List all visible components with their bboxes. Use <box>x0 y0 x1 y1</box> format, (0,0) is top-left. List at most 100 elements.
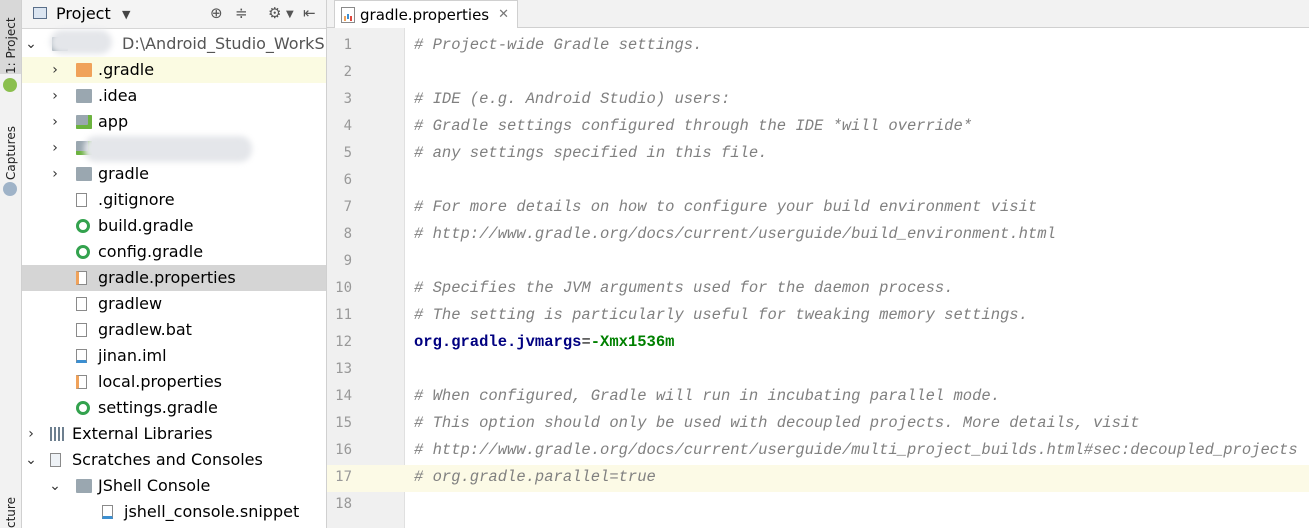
code-line[interactable]: 4 # Gradle settings configured through th… <box>327 114 1309 141</box>
line-number: 11 <box>335 307 352 323</box>
tree-item-label: JShell Console <box>98 476 211 495</box>
tree-row[interactable]: › gradle <box>22 161 326 187</box>
tree-row[interactable]: jshell_console.snippet <box>22 499 326 525</box>
chevron-right-icon[interactable]: › <box>49 140 61 156</box>
structure-tool-tab[interactable]: cture <box>0 490 21 528</box>
tree-item-label: settings.gradle <box>98 398 218 417</box>
locate-icon[interactable]: ⊕ <box>210 4 223 22</box>
tree-item-label: gradlew.bat <box>98 320 192 339</box>
collapse-all-icon[interactable]: ≑ <box>235 4 248 22</box>
code-line[interactable]: 17 # org.gradle.parallel=true <box>327 465 1309 492</box>
code-line[interactable]: 1 # Project-wide Gradle settings. <box>327 33 1309 60</box>
code-line[interactable]: 14 # When configured, Gradle will run in … <box>327 384 1309 411</box>
tab-gradle-properties[interactable]: gradle.properties ✕ <box>334 0 519 28</box>
code-line[interactable]: 13 <box>327 357 1309 384</box>
line-number: 4 <box>343 118 352 134</box>
properties-file-icon <box>76 375 87 389</box>
code-line[interactable]: 8 # http://www.gradle.org/docs/current/us… <box>327 222 1309 249</box>
tree-row[interactable]: gradlew.bat <box>22 317 326 343</box>
captures-tool-tab-label: Captures <box>3 126 18 180</box>
tree-row[interactable]: › app <box>22 109 326 135</box>
tree-row[interactable]: build.gradle <box>22 213 326 239</box>
code-comment: # org.gradle.parallel=true <box>414 468 656 486</box>
code-text: # Specifies the JVM arguments used for t… <box>414 279 954 297</box>
code-line[interactable]: 3 # IDE (e.g. Android Studio) users: <box>327 87 1309 114</box>
chevron-down-icon[interactable]: ⌄ <box>25 36 37 52</box>
chevron-down-icon[interactable]: ⌄ <box>25 452 37 468</box>
code-comment: # The setting is particularly useful for… <box>414 306 1028 324</box>
code-comment: # any settings specified in this file. <box>414 144 768 162</box>
code-text: # IDE (e.g. Android Studio) users: <box>414 90 730 108</box>
tree-row[interactable]: gradlew <box>22 291 326 317</box>
line-number: 2 <box>343 64 352 80</box>
tree-item-label: .gitignore <box>98 190 175 209</box>
code-comment: # When configured, Gradle will run in in… <box>414 387 1000 405</box>
tree-item-label: External Libraries <box>72 424 213 443</box>
code-text: # Project-wide Gradle settings. <box>414 36 702 54</box>
code-line[interactable]: 12 org.gradle.jvmargs=-Xmx1536m <box>327 330 1309 357</box>
code-text: # any settings specified in this file. <box>414 144 767 162</box>
code-comment: # http://www.gradle.org/docs/current/use… <box>414 225 1056 243</box>
code-text: # Gradle settings configured through the… <box>414 117 972 135</box>
project-panel-toolbar: Project ▼ ⊕ ≑ ⚙ ▼ ⇤ <box>22 0 326 29</box>
code-line[interactable]: 7 # For more details on how to configure … <box>327 195 1309 222</box>
tree-row[interactable]: jinan.iml <box>22 343 326 369</box>
line-number: 5 <box>343 145 352 161</box>
tree-row[interactable]: gradle.properties <box>22 265 326 291</box>
hide-panel-icon[interactable]: ⇤ <box>303 4 316 22</box>
close-icon[interactable]: ✕ <box>498 7 509 22</box>
code-line[interactable]: 5 # any settings specified in this file. <box>327 141 1309 168</box>
code-text: # When configured, Gradle will run in in… <box>414 387 1000 405</box>
gear-dropdown-icon[interactable]: ▼ <box>286 9 294 20</box>
code-line[interactable]: 15 # This option should only be used with… <box>327 411 1309 438</box>
line-number: 14 <box>335 388 352 404</box>
project-tool-tab[interactable]: 1: Project <box>0 0 21 74</box>
chevron-down-icon[interactable]: ▼ <box>122 8 130 21</box>
project-view-selector[interactable]: Project <box>56 4 111 23</box>
code-line[interactable]: 10 # Specifies the JVM arguments used for… <box>327 276 1309 303</box>
code-line[interactable]: 6 <box>327 168 1309 195</box>
module-folder-icon <box>76 115 92 129</box>
code-comment: # http://www.gradle.org/docs/current/use… <box>414 441 1298 459</box>
tree-row[interactable]: settings.gradle <box>22 395 326 421</box>
chevron-right-icon[interactable]: › <box>49 88 61 104</box>
tree-row[interactable]: local.properties <box>22 369 326 395</box>
tree-row[interactable]: ⌄ JShell Console <box>22 473 326 499</box>
tree-item-label: .idea <box>98 86 138 105</box>
code-line[interactable]: 2 <box>327 60 1309 87</box>
chevron-right-icon[interactable]: › <box>25 426 37 442</box>
properties-file-icon <box>341 6 355 23</box>
property-separator: = <box>581 333 591 351</box>
captures-tool-tab[interactable]: Captures <box>0 118 21 180</box>
tree-row[interactable]: ⌄ Scratches and Consoles <box>22 447 326 473</box>
tool-window-strip: 1: Project Captures cture <box>0 0 22 528</box>
gear-icon[interactable]: ⚙ <box>268 4 281 22</box>
editor-tab-bar: gradle.properties ✕ <box>327 0 1309 28</box>
code-line[interactable]: 16 # http://www.gradle.org/docs/current/u… <box>327 438 1309 465</box>
structure-tool-tab-label: cture <box>3 497 18 528</box>
line-number: 10 <box>335 280 352 296</box>
gradle-file-icon <box>76 219 90 233</box>
tree-row[interactable]: config.gradle <box>22 239 326 265</box>
code-line[interactable]: 18 <box>327 492 1309 519</box>
tree-row[interactable]: › External Libraries <box>22 421 326 447</box>
code-comment: # IDE (e.g. Android Studio) users: <box>414 90 731 108</box>
code-line[interactable]: 9 <box>327 249 1309 276</box>
tree-row[interactable]: › .idea <box>22 83 326 109</box>
tree-item-label: app <box>98 112 129 131</box>
chevron-right-icon[interactable]: › <box>49 114 61 130</box>
code-comment: # For more details on how to configure y… <box>414 198 1038 216</box>
chevron-right-icon[interactable]: › <box>49 166 61 182</box>
line-number: 3 <box>343 91 352 107</box>
tree-row[interactable]: › .gradle <box>22 57 326 83</box>
code-line[interactable]: 11 # The setting is particularly useful f… <box>327 303 1309 330</box>
chevron-down-icon[interactable]: ⌄ <box>49 478 61 494</box>
android-icon <box>3 78 17 92</box>
project-tool-tab-label: 1: Project <box>3 17 18 74</box>
code-text: # http://www.gradle.org/docs/current/use… <box>414 225 1056 243</box>
snippet-file-icon <box>102 505 113 519</box>
tree-row[interactable]: .gitignore <box>22 187 326 213</box>
code-text: org.gradle.jvmargs=-Xmx1536m <box>414 333 674 351</box>
redacted-area <box>84 136 252 162</box>
chevron-right-icon[interactable]: › <box>49 62 61 78</box>
